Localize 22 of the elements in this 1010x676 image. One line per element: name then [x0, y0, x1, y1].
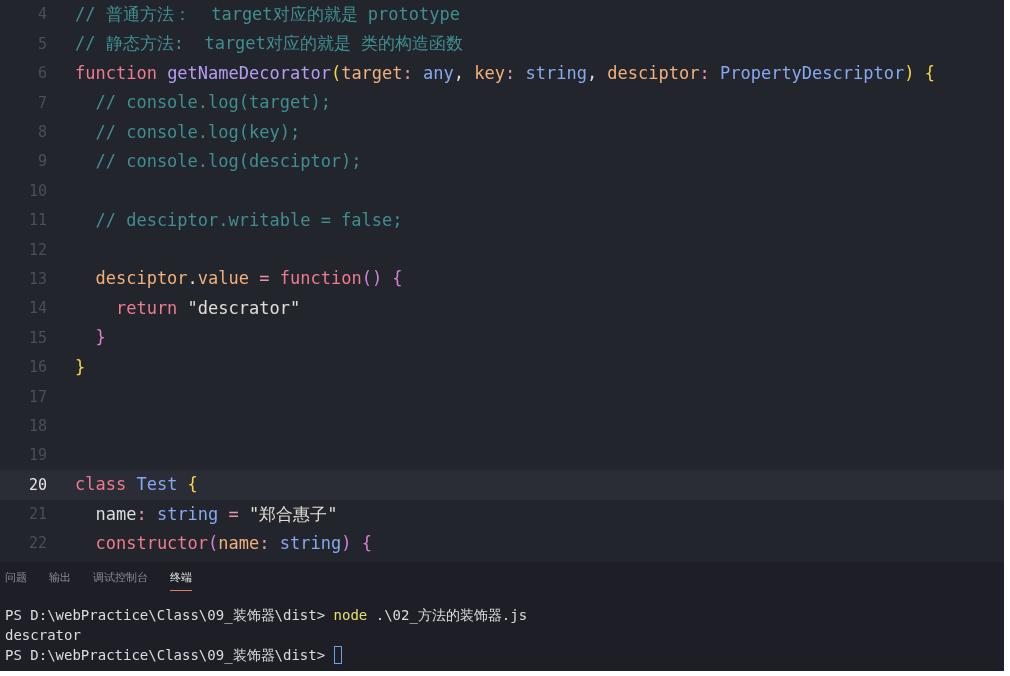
code-line: }: [75, 355, 86, 379]
code-line: // 静态方法: target对应的就是 类的构造函数: [75, 32, 464, 56]
code-line: // console.log(target);: [94, 91, 331, 115]
code-line: class Test {: [75, 473, 198, 497]
code-line: // desciptor.writable = false;: [94, 208, 403, 232]
panel-tab[interactable]: 终端: [170, 570, 192, 591]
code-line: // console.log(key);: [94, 120, 301, 144]
panel-tab[interactable]: 问题: [5, 570, 27, 591]
panel-tab[interactable]: 输出: [49, 570, 71, 591]
code-line: function getNameDecorator(target: any, key: string, desciptor: PropertyDescriptor) {: [75, 61, 935, 85]
panel-tab[interactable]: 调试控制台: [93, 570, 148, 591]
code-line: desciptor.value = function() {: [94, 267, 403, 291]
code-line: // 普通方法： target对应的就是 prototype: [75, 2, 460, 26]
line-number: 20: [27, 474, 47, 496]
terminal-line: PS D:\webPractice\Class\09_装饰器\dist>: [5, 645, 327, 665]
terminal-line: PS D:\webPractice\Class\09_装饰器\dist> node .\02_方法的装饰器.js: [5, 605, 528, 625]
code-line: }: [94, 326, 106, 350]
code-line: // console.log(desciptor);: [94, 149, 362, 173]
terminal-line: descrator: [5, 625, 81, 645]
code-line: constructor(name: string) {: [94, 531, 372, 555]
code-line: return "descrator": [114, 296, 301, 320]
code-line: name: string = "郑合惠子": [94, 502, 338, 526]
